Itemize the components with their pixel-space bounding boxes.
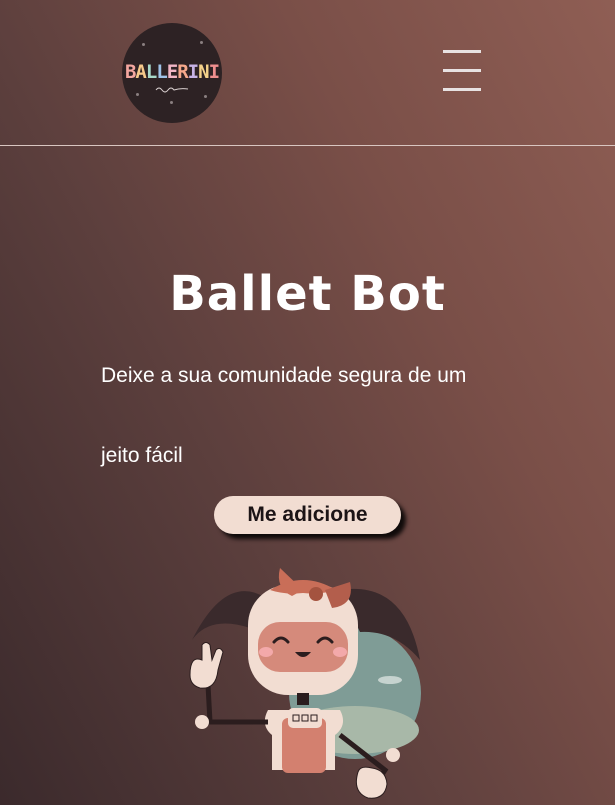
logo-letter: A (135, 61, 146, 83)
hero-description-line-1: Deixe a sua comunidade segura de um (101, 364, 467, 387)
robot-right-blush (333, 647, 347, 657)
menu-bar (443, 88, 481, 91)
logo-letter: E (166, 61, 178, 83)
ballet-bot-robot-illustration (189, 568, 421, 799)
hamburger-menu-icon[interactable] (440, 50, 484, 96)
robot-neck (297, 693, 309, 705)
menu-bar (443, 50, 481, 53)
robot-left-blush (259, 647, 273, 657)
logo-letter: I (187, 61, 199, 83)
robot-left-elbow (195, 715, 209, 729)
robot-bow-knot (309, 587, 323, 601)
logo-letter: L (145, 61, 157, 83)
logo-star-icon (200, 41, 203, 44)
robot-backdrop-cloud (378, 676, 402, 684)
logo-letter: L (156, 61, 167, 83)
add-bot-button[interactable]: Me adicione (214, 496, 401, 534)
logo-letter: B (124, 61, 136, 83)
logo-squiggle-decoration (155, 87, 189, 93)
site-header: BALLERINI (0, 0, 615, 146)
robot-visor (258, 622, 348, 672)
logo-star-icon (136, 93, 139, 96)
hero-description-line-2: jeito fácil (101, 444, 183, 467)
logo-star-icon (170, 101, 173, 104)
logo-star-icon (142, 43, 145, 46)
logo-wordmark: BALLERINI (122, 61, 222, 83)
robot-left-arm (205, 684, 268, 725)
logo-letter: R (177, 61, 188, 83)
robot-right-elbow (386, 748, 400, 762)
logo-letter: I (208, 61, 220, 83)
hero-title: Ballet Bot (169, 266, 446, 322)
robot-peace-hand-icon (189, 642, 224, 689)
logo-letter: N (198, 61, 209, 83)
ballerini-logo[interactable]: BALLERINI (122, 23, 222, 123)
logo-star-icon (204, 95, 207, 98)
menu-bar (443, 69, 481, 72)
